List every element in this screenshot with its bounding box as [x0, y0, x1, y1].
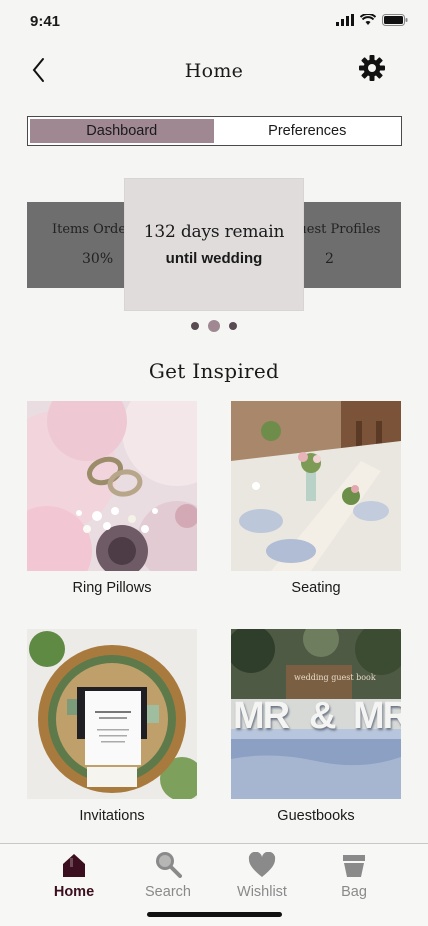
status-time: 9:41 [30, 13, 61, 30]
guest-profiles-label: Guest Profiles [303, 222, 381, 237]
inspire-tile-guestbooks[interactable]: wedding guest book MR & MR Guestbooks [231, 629, 401, 824]
inspire-tile-ring-pillows[interactable]: Ring Pillows [27, 401, 197, 596]
tab-bag-label: Bag [341, 884, 367, 900]
home-indicator [147, 912, 282, 917]
tab-wishlist[interactable]: Wishlist [222, 850, 302, 900]
guestbook-letters-left: MR [233, 695, 290, 737]
days-remaining-card[interactable]: 132 days remain until wedding [125, 179, 303, 310]
guestbooks-image: wedding guest book MR & MR [231, 629, 401, 799]
pagination-dot[interactable] [229, 322, 237, 330]
tab-search[interactable]: Search [128, 850, 208, 900]
days-remaining-subtitle: until wedding [165, 250, 263, 267]
tab-home[interactable]: Home [34, 850, 114, 900]
items-ordered-value: 30% [82, 251, 114, 267]
items-ordered-label: Items Ordered [52, 222, 127, 237]
inspire-tile-invitations[interactable]: Invitations [27, 629, 197, 824]
cellular-signal-icon [336, 14, 354, 26]
guestbook-ampersand: & [309, 695, 337, 737]
guest-profiles-value: 2 [325, 251, 334, 267]
heart-icon [248, 852, 276, 877]
tab-search-label: Search [145, 884, 191, 900]
items-ordered-card[interactable]: Items Ordered 30% [27, 202, 127, 288]
header: Home [0, 50, 428, 90]
inspire-tile-seating[interactable]: Seating [231, 401, 401, 596]
invitations-image [27, 629, 197, 799]
pagination-dot-active[interactable] [208, 320, 220, 332]
tab-preferences[interactable]: Preferences [216, 119, 400, 143]
pagination-dot[interactable] [191, 322, 199, 330]
seating-label: Seating [291, 580, 341, 596]
tab-bag[interactable]: Bag [314, 850, 394, 900]
seating-image [231, 401, 401, 571]
status-icons [336, 14, 408, 26]
search-icon [156, 852, 182, 878]
ring-pillows-label: Ring Pillows [72, 580, 152, 596]
days-remaining-title: 132 days remain [143, 222, 285, 242]
tab-dashboard[interactable]: Dashboard [30, 119, 214, 143]
wifi-icon [360, 14, 376, 25]
battery-icon [382, 14, 408, 26]
settings-button[interactable] [358, 54, 386, 82]
get-inspired-title: Get Inspired [148, 359, 280, 383]
tab-home-label: Home [53, 884, 95, 900]
segmented-control: Dashboard Preferences [27, 116, 402, 146]
carousel-pagination [0, 320, 428, 332]
status-bar: 9:41 [0, 0, 428, 44]
bag-icon [343, 855, 365, 877]
stats-carousel[interactable]: Items Ordered 30% Guest Profiles 2 132 d… [0, 178, 428, 312]
guestbooks-label: Guestbooks [277, 808, 355, 824]
guestbook-caption: wedding guest book [294, 673, 376, 682]
guestbook-letters-right: MR [353, 695, 401, 737]
invitations-label: Invitations [79, 808, 145, 824]
guest-profiles-card[interactable]: Guest Profiles 2 [303, 202, 401, 288]
ring-pillows-image [27, 401, 197, 571]
home-icon [63, 854, 85, 877]
tab-wishlist-label: Wishlist [237, 884, 287, 900]
gear-icon [359, 55, 385, 81]
